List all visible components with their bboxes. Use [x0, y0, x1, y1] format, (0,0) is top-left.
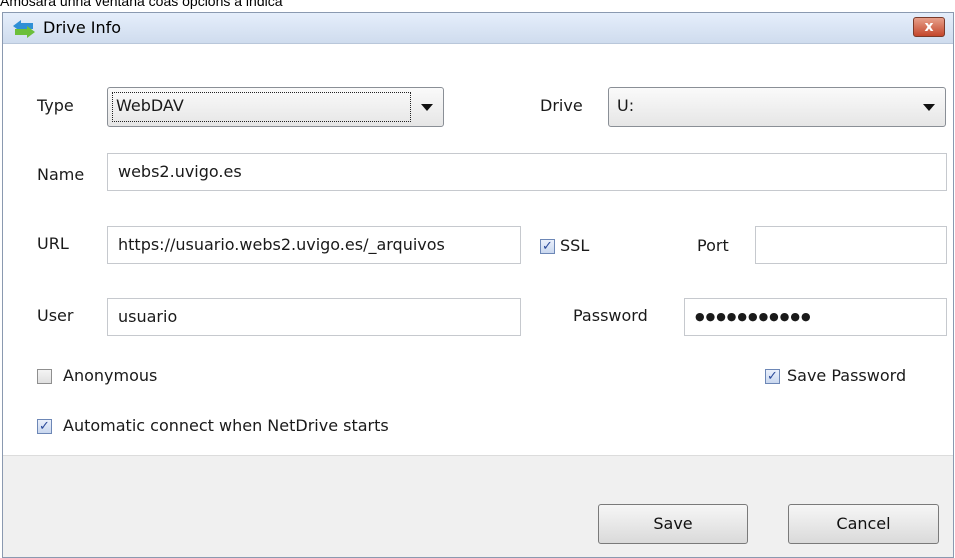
dialog-footer: Save Cancel	[3, 455, 953, 557]
type-select[interactable]: WebDAV	[107, 87, 444, 127]
password-label: Password	[573, 306, 648, 325]
drive-select[interactable]: U:	[608, 87, 946, 127]
close-button[interactable]: x	[913, 17, 945, 37]
ssl-label: SSL	[560, 236, 590, 255]
autoconnect-checkbox[interactable]: ✓	[37, 419, 52, 434]
save-password-checkbox[interactable]: ✓	[765, 369, 780, 384]
url-input[interactable]: https://usuario.webs2.uvigo.es/_arquivos	[107, 226, 521, 264]
user-input[interactable]: usuario	[107, 298, 521, 336]
autoconnect-label: Automatic connect when NetDrive starts	[63, 416, 389, 435]
page-caption: Amosará unha ventana coas opcions a indi…	[0, 0, 283, 9]
title-bar: Drive Info x	[3, 13, 953, 44]
save-button[interactable]: Save	[598, 504, 748, 544]
chevron-down-icon	[421, 104, 433, 111]
anonymous-label: Anonymous	[63, 366, 158, 385]
anonymous-checkbox[interactable]	[37, 369, 52, 384]
drive-label: Drive	[540, 96, 583, 115]
drive-select-value: U:	[617, 96, 635, 115]
type-select-value: WebDAV	[116, 96, 184, 115]
port-label: Port	[697, 236, 729, 255]
ssl-checkbox[interactable]: ✓	[540, 239, 555, 254]
window-title: Drive Info	[43, 18, 122, 37]
url-label: URL	[37, 234, 69, 253]
chevron-down-icon	[923, 104, 935, 111]
netdrive-arrows-icon	[11, 20, 37, 38]
type-label: Type	[37, 96, 74, 115]
drive-info-dialog: Drive Info x Type WebDAV Drive U: Name w…	[2, 12, 954, 558]
port-input[interactable]	[755, 226, 947, 264]
user-label: User	[37, 306, 74, 325]
password-input[interactable]: ●●●●●●●●●●●	[684, 298, 947, 336]
name-input[interactable]: webs2.uvigo.es	[107, 153, 947, 191]
name-label: Name	[37, 165, 85, 184]
cancel-button[interactable]: Cancel	[788, 504, 939, 544]
save-password-label: Save Password	[787, 366, 907, 385]
